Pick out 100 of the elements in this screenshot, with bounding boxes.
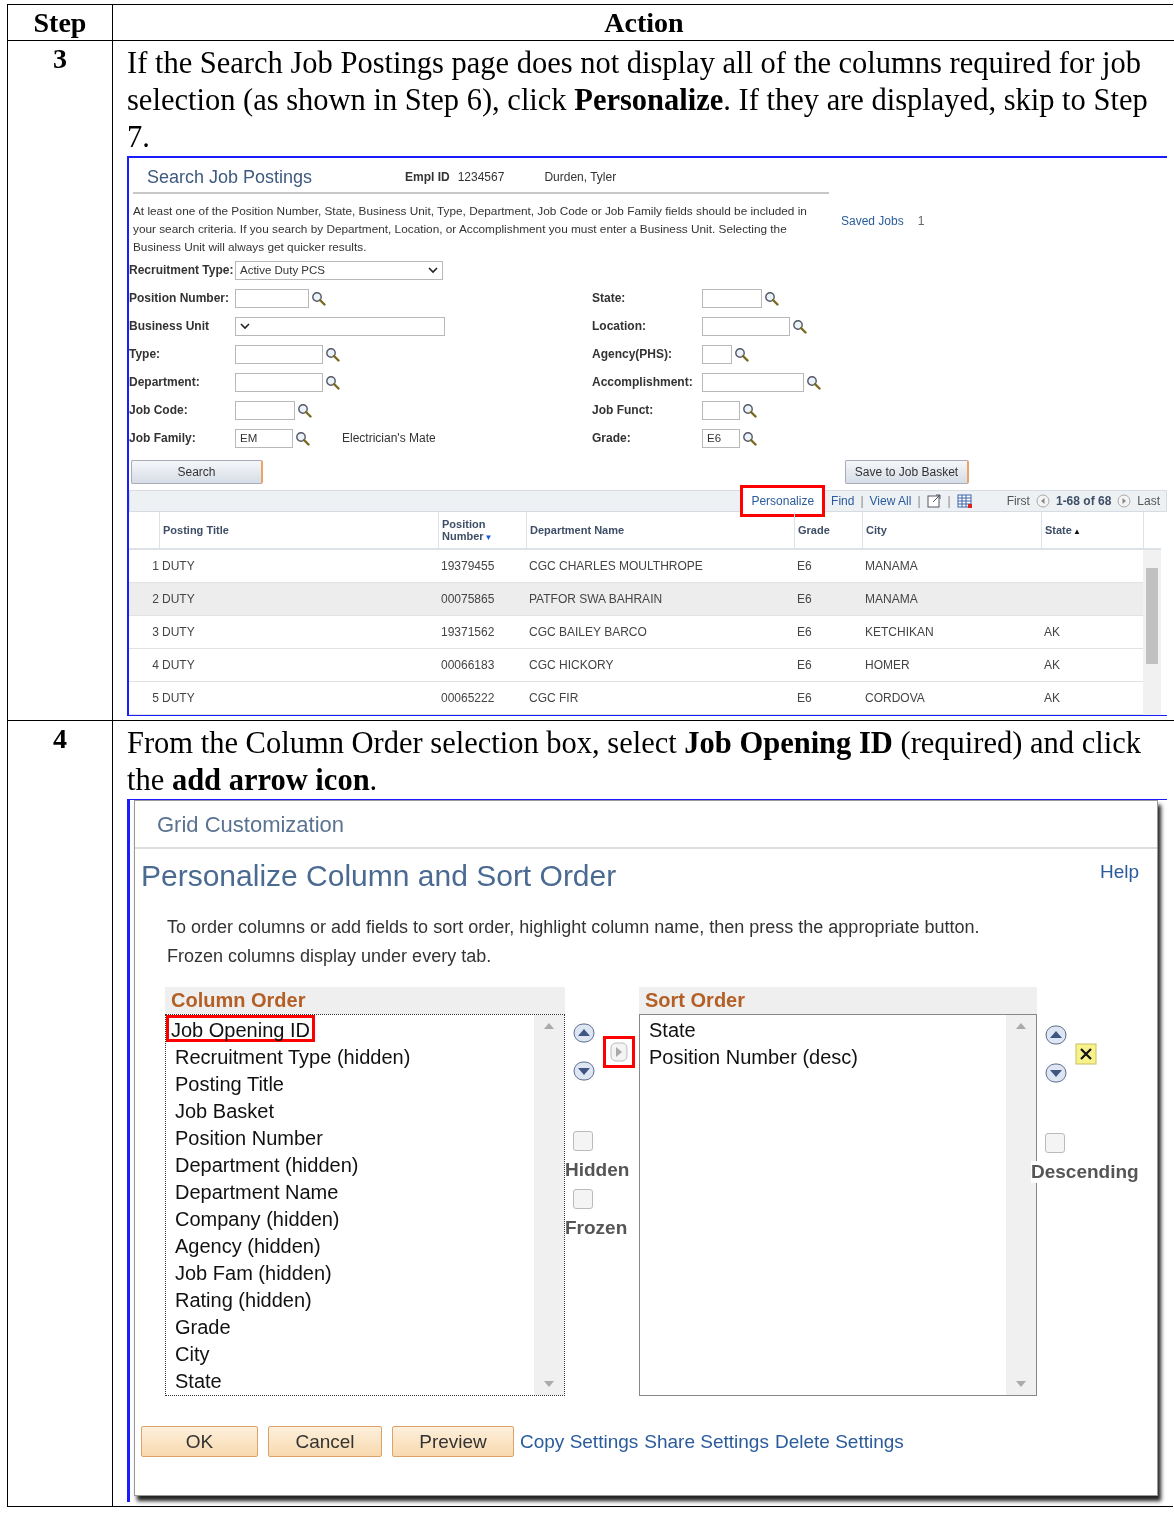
move-up-icon[interactable] [573, 1023, 595, 1043]
list-header: Sort Order [639, 987, 1037, 1014]
list-item[interactable]: Department (hidden) [170, 1150, 364, 1177]
search-icon[interactable] [734, 346, 749, 362]
step-instruction: From the Column Order selection box, select Job Opening ID (required) and click the add arrow icon. [127, 726, 1141, 797]
input-field[interactable]: EM [235, 428, 293, 448]
field-label: Location: [592, 319, 647, 333]
scroll-up-icon[interactable] [1016, 1023, 1026, 1029]
move-down-icon[interactable] [573, 1061, 595, 1081]
dialog-button[interactable]: Cancel [268, 1426, 382, 1457]
table-cell: E6 [794, 583, 862, 616]
search-icon[interactable] [742, 430, 757, 446]
scroll-up-icon[interactable] [544, 1023, 554, 1029]
step-instruction: If the Search Job Postings page does not display all of the columns required for job selection (as shown in Step 6), click Personalize. If they are displayed, skip to Step 7. [127, 46, 1148, 154]
saved-jobs-count: 1 [917, 214, 925, 230]
field-label: Job Family: [129, 431, 197, 445]
list-item[interactable]: Job Opening ID [166, 1015, 315, 1042]
dialog-button[interactable]: OK [141, 1426, 258, 1457]
dropdown-field[interactable] [235, 316, 445, 336]
list-item[interactable]: State [644, 1015, 701, 1042]
input-field[interactable] [702, 400, 740, 420]
separator: | [917, 494, 921, 508]
input-field[interactable] [702, 288, 762, 308]
field-label: Grade: [592, 431, 632, 445]
view-all-link[interactable]: View All [869, 494, 912, 508]
add-arrow-button[interactable] [603, 1036, 635, 1068]
search-icon[interactable] [806, 374, 821, 390]
input-field[interactable] [702, 316, 790, 336]
popout-icon[interactable] [926, 494, 942, 508]
list-item[interactable]: Job Basket [170, 1096, 279, 1123]
table-cell: 00075865 [438, 583, 526, 616]
scroll-down-icon[interactable] [544, 1381, 554, 1387]
input-field[interactable] [235, 288, 309, 308]
list-item[interactable]: Agency (hidden) [170, 1231, 326, 1258]
field-label: Department: [129, 375, 201, 389]
delete-icon[interactable] [1075, 1043, 1097, 1065]
settings-link[interactable]: Delete Settings [774, 1430, 904, 1453]
search-icon[interactable] [764, 290, 779, 306]
search-icon[interactable] [297, 402, 312, 418]
table-cell: MANAMA [862, 583, 1041, 616]
sort-indicator[interactable]: ▲ [1072, 527, 1081, 536]
list-item[interactable]: City [170, 1339, 215, 1366]
move-up-icon[interactable] [1045, 1025, 1067, 1045]
checkbox[interactable] [573, 1131, 593, 1151]
dialog-heading: Personalize Column and Sort Order [141, 859, 617, 893]
search-button[interactable]: Search [131, 460, 263, 484]
search-icon[interactable] [325, 346, 340, 362]
list-item[interactable]: Position Number [170, 1123, 328, 1150]
list-item[interactable]: Job Fam (hidden) [170, 1258, 337, 1285]
input-field[interactable] [235, 400, 295, 420]
column-header: Action [113, 5, 1174, 41]
field-label: Accomplishment: [592, 375, 694, 389]
list-item[interactable]: Recruitment Type (hidden) [170, 1042, 416, 1069]
dialog-button[interactable]: Preview [392, 1426, 514, 1457]
search-icon[interactable] [792, 318, 807, 334]
spreadsheet-icon[interactable] [956, 493, 973, 509]
input-field[interactable] [235, 344, 323, 364]
find-link[interactable]: Find [831, 494, 855, 508]
save-to-job-basket-button[interactable]: Save to Job Basket [845, 460, 969, 484]
dropdown-field[interactable]: Active Duty PCS [235, 260, 443, 280]
dialog-title: Grid Customization [135, 801, 1157, 849]
move-down-icon[interactable] [1045, 1063, 1067, 1083]
separator: | [860, 494, 864, 508]
list-item[interactable]: Company (hidden) [170, 1204, 345, 1231]
input-field[interactable]: E6 [702, 428, 740, 448]
checkbox[interactable] [573, 1189, 593, 1209]
help-link[interactable]: Help [1099, 861, 1139, 883]
empl-id-label: Empl ID [405, 170, 450, 184]
step-number: 3 [53, 43, 67, 74]
input-field[interactable] [235, 372, 323, 392]
input-field[interactable] [702, 344, 732, 364]
field-label: Recruitment Type: [129, 263, 235, 277]
sort-indicator[interactable]: ▼ [484, 533, 493, 542]
step-number: 4 [53, 723, 67, 754]
search-icon[interactable] [325, 374, 340, 390]
column-order-list[interactable]: Job Opening ID Recruitment Type (hidden) Posting Title Job Basket Position Number Department (hidden) Department Name Company (hidden) Agency (hidden) Job Fam (hidden) Rating (hidden) Grade City State [165, 1014, 565, 1396]
list-header: Column Order [165, 987, 565, 1014]
personalize-link[interactable]: Personalize [740, 485, 826, 517]
input-field[interactable] [702, 372, 804, 392]
search-icon[interactable] [742, 402, 757, 418]
list-item[interactable]: Grade [170, 1312, 236, 1339]
settings-link[interactable]: Copy Settings [520, 1430, 639, 1453]
settings-link[interactable]: Share Settings [644, 1430, 769, 1453]
table-cell: PATFOR SWA BAHRAIN [526, 583, 794, 616]
previous-icon[interactable] [1035, 494, 1050, 508]
search-icon[interactable] [311, 290, 326, 306]
separator: | [947, 494, 951, 508]
list-item[interactable]: Position Number (desc) [644, 1042, 863, 1069]
search-icon[interactable] [295, 430, 310, 446]
saved-jobs-link[interactable]: Saved Jobs [841, 214, 904, 256]
search-notice: At least one of the Position Number, State, Business Unit, Type, Department, Job Code or Job Family fields should be included in your search criteria. If you search by Department, Location, or Accomplishment you must enter a Business Unit. Selecting the Business Unit will always get quicker results. [133, 203, 808, 256]
first-label: First [1006, 494, 1030, 508]
scrollbar[interactable] [1143, 550, 1161, 715]
list-item[interactable]: Rating (hidden) [170, 1285, 317, 1312]
list-item[interactable]: State [170, 1366, 227, 1393]
next-icon[interactable] [1117, 494, 1132, 508]
list-item[interactable]: Department Name [170, 1177, 344, 1204]
checkbox[interactable] [1045, 1133, 1065, 1153]
list-item[interactable]: Posting Title [170, 1069, 289, 1096]
scroll-down-icon[interactable] [1016, 1381, 1026, 1387]
